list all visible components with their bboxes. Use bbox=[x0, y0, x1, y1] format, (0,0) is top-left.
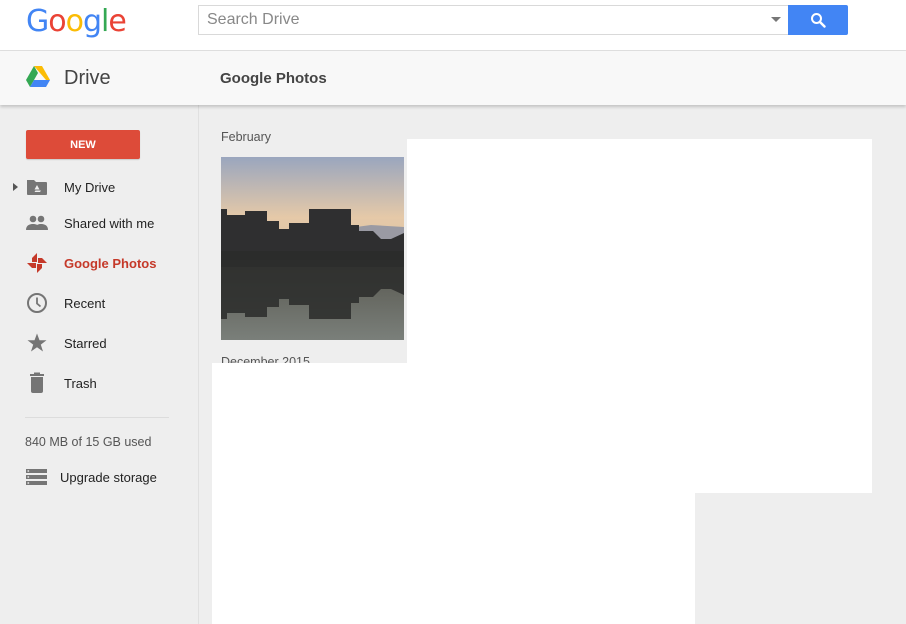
star-icon bbox=[25, 331, 49, 355]
sidebar-item-label: Starred bbox=[64, 335, 107, 351]
search-button[interactable] bbox=[788, 5, 848, 35]
expand-arrow-icon[interactable] bbox=[13, 183, 18, 191]
photo-image bbox=[221, 157, 404, 340]
search-icon bbox=[811, 13, 826, 28]
sidebar-item-label: Recent bbox=[64, 295, 106, 311]
sidebar-divider bbox=[25, 417, 169, 418]
sidebar-item-shared-with-me[interactable]: Shared with me bbox=[0, 208, 199, 238]
logo-letter: o bbox=[65, 4, 84, 39]
blank-overlay bbox=[212, 363, 695, 624]
sidebar-item-starred[interactable]: Starred bbox=[0, 328, 199, 358]
sidebar-item-label: Google Photos bbox=[64, 255, 157, 271]
section-label-february: February bbox=[221, 130, 272, 144]
photo-thumbnail[interactable] bbox=[221, 157, 404, 340]
logo-letter: G bbox=[26, 4, 49, 39]
sidebar-item-google-photos[interactable]: Google Photos bbox=[0, 248, 199, 278]
logo-letter: o bbox=[48, 4, 66, 39]
app-header: Drive Google Photos bbox=[0, 51, 906, 105]
search-box bbox=[198, 5, 790, 35]
google-photos-pinwheel-icon bbox=[25, 251, 49, 275]
sidebar-item-label: My Drive bbox=[64, 179, 116, 195]
google-logo[interactable]: Google bbox=[26, 4, 127, 39]
page-title: Google Photos bbox=[220, 70, 327, 87]
drive-logo-icon[interactable] bbox=[26, 66, 50, 87]
storage-icon bbox=[26, 469, 47, 491]
new-button[interactable]: NEW bbox=[26, 130, 140, 159]
upgrade-storage-label: Upgrade storage bbox=[60, 470, 157, 485]
logo-letter: e bbox=[108, 4, 126, 39]
search-input[interactable] bbox=[199, 6, 759, 34]
clock-icon bbox=[25, 291, 49, 315]
upgrade-storage-link[interactable]: Upgrade storage bbox=[0, 467, 199, 491]
search-options-dropdown-icon[interactable] bbox=[771, 17, 781, 22]
sidebar-item-recent[interactable]: Recent bbox=[0, 288, 199, 318]
sidebar-item-trash[interactable]: Trash bbox=[0, 368, 199, 398]
top-bar: Google bbox=[0, 0, 906, 51]
sidebar-item-my-drive[interactable]: My Drive bbox=[0, 172, 199, 202]
trash-icon bbox=[25, 371, 49, 395]
sidebar: NEW My Drive Shared with me Google Photo… bbox=[0, 105, 199, 624]
sidebar-item-label: Shared with me bbox=[64, 215, 155, 231]
app-name[interactable]: Drive bbox=[64, 67, 111, 90]
people-icon bbox=[25, 211, 49, 235]
sidebar-item-label: Trash bbox=[64, 375, 97, 391]
logo-letter: g bbox=[82, 4, 102, 39]
storage-usage-text: 840 MB of 15 GB used bbox=[25, 435, 152, 449]
my-drive-folder-icon bbox=[25, 175, 49, 199]
